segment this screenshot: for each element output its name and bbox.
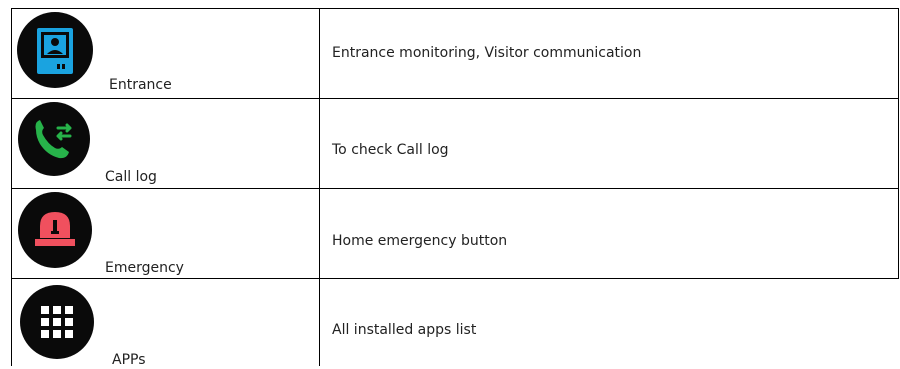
feature-label: Emergency: [105, 260, 184, 276]
table-row: APPs All installed apps list: [11, 278, 899, 369]
table-row: Entrance Entrance monitoring, Visitor co…: [11, 8, 899, 99]
table-row: Call log To check Call log: [11, 98, 899, 189]
feature-label: Entrance: [109, 77, 172, 93]
feature-description: Entrance monitoring, Visitor communicati…: [332, 45, 642, 61]
feature-description: All installed apps list: [332, 322, 477, 338]
entrance-intercom-icon: [17, 12, 93, 88]
feature-label: Call log: [105, 169, 157, 185]
emergency-siren-icon: [18, 192, 92, 268]
feature-description: Home emergency button: [332, 233, 508, 249]
table-row: Emergency Home emergency button: [11, 188, 899, 279]
apps-grid-icon: [20, 285, 94, 359]
feature-table: Entrance Entrance monitoring, Visitor co…: [11, 8, 899, 369]
feature-description: To check Call log: [332, 142, 449, 158]
call-log-icon: [18, 102, 90, 176]
